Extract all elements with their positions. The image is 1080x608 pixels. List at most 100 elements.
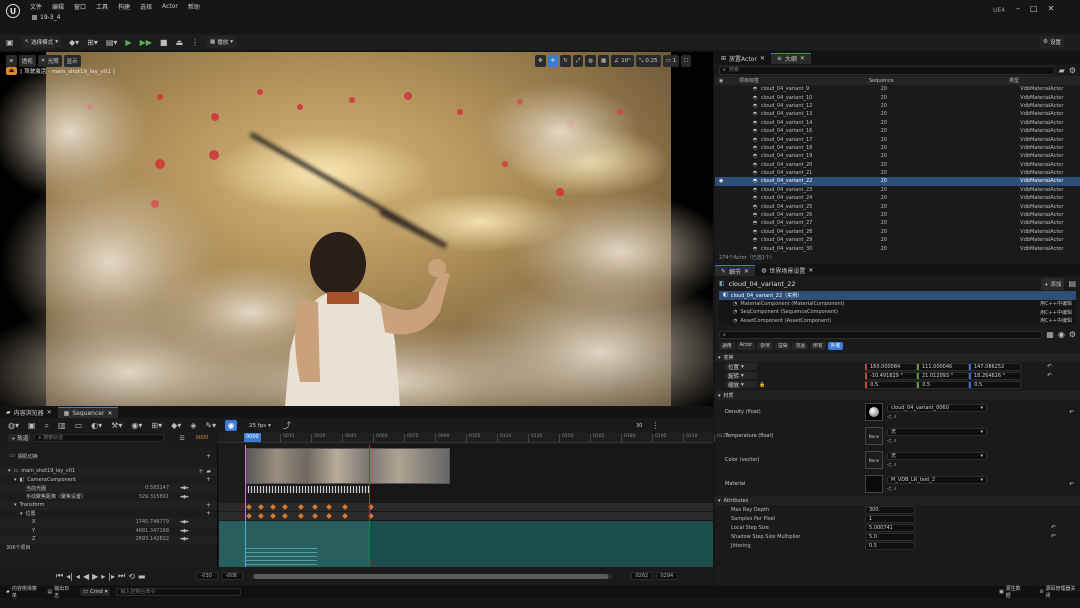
location-x-track[interactable]: X 1745.748779 ◂◆▸ xyxy=(0,518,217,527)
next-frame-icon[interactable]: ▸ xyxy=(101,572,105,581)
save-data-button[interactable]: ▣ 源生数据 xyxy=(999,585,1025,599)
outliner-row[interactable]: ◓ cloud_04_variant_17 20 VdbMaterialActor xyxy=(715,135,1080,143)
lock-icon[interactable]: 🔒 xyxy=(759,382,765,388)
location-x[interactable]: 160.000084 xyxy=(865,362,917,371)
outliner-row[interactable]: ◓ cloud_04_variant_20 20 VdbMaterialActor xyxy=(715,161,1080,169)
filter-tab[interactable]: Actor xyxy=(736,341,756,350)
grid-view-icon[interactable]: ▦ xyxy=(1046,330,1054,339)
temperature-thumbnail[interactable]: None xyxy=(865,427,883,445)
folder-icon[interactable]: ▰ xyxy=(1059,66,1065,75)
scale-z[interactable]: 0.5 xyxy=(969,380,1022,389)
transform-track[interactable]: ▾ Transform + xyxy=(0,501,217,510)
content-drawer-button[interactable]: ▰ 内容侧滑菜单 xyxy=(6,585,41,599)
maximize-icon[interactable]: □ xyxy=(1030,4,1038,13)
key-nav-icon[interactable]: ◂◆▸ xyxy=(180,519,189,525)
filter-tab[interactable]: 杂项 xyxy=(757,341,773,350)
scale-y[interactable]: 0.5 xyxy=(917,380,970,389)
component-row[interactable]: ◔ MaterialComponent (MaterialComponent) 用C… xyxy=(719,300,1076,309)
pen-icon[interactable]: ✎▾ xyxy=(205,421,216,430)
filter-tab[interactable]: 所有 xyxy=(810,341,826,350)
outliner-row[interactable]: ◓ cloud_04_variant_24 20 VdbMaterialActor xyxy=(715,194,1080,202)
outliner-row[interactable]: ◓ cloud_04_variant_9 20 VdbMaterialActor xyxy=(715,85,1080,93)
save-icon[interactable]: ▣ xyxy=(28,421,36,430)
cmd-dropdown[interactable]: ▭ Cmd ▾ xyxy=(79,588,111,596)
reset-icon[interactable]: ↶ xyxy=(1051,524,1056,531)
track-search-input[interactable]: ⌕ 搜索轨道 xyxy=(34,434,165,442)
scale-snap-button[interactable]: ⤡ 0.25 xyxy=(635,55,661,67)
col-type[interactable]: 类型 xyxy=(1009,77,1069,84)
browse-icon[interactable]: ◁ xyxy=(887,438,891,444)
camera-speed-button[interactable]: ▭ 1 xyxy=(662,55,680,67)
level-tab[interactable]: 19-3_4 xyxy=(32,13,60,21)
rotation-y[interactable]: 21.012093 ° xyxy=(917,371,969,380)
camera-cuts-track[interactable]: ▭ 相机切换 + xyxy=(0,445,217,467)
color-thumbnail[interactable]: None xyxy=(865,451,883,469)
component-row[interactable]: ◔ SeqComponent (SequenceComponent) 用C++中编辑 xyxy=(719,308,1076,317)
location-track[interactable]: ▾ 位置 + xyxy=(0,510,217,519)
render-icon[interactable]: ▥ xyxy=(58,421,66,430)
tab-place-actors[interactable]: ⊞ 放置Actor ✕ xyxy=(715,53,771,64)
jittering-input[interactable]: 0.5 xyxy=(865,541,915,550)
world-icon[interactable]: ◍ xyxy=(585,55,597,67)
reset-icon[interactable]: ↶ xyxy=(1047,372,1052,379)
curve-editor-icon[interactable]: ⤴ xyxy=(283,420,291,431)
key-nav-icon[interactable]: ◂◆▸ xyxy=(180,536,189,542)
record-icon[interactable]: ▬ xyxy=(138,572,146,581)
outliner-search-input[interactable]: ⌕ 搜索 xyxy=(719,65,1055,75)
outliner-row[interactable]: ◓ cloud_04_variant_23 20 VdbMaterialActor xyxy=(715,186,1080,194)
outliner-row[interactable]: ◓ cloud_04_variant_25 20 VdbMaterialActor xyxy=(715,202,1080,210)
add-content-icon[interactable]: ◆▾ xyxy=(69,38,79,47)
reset-icon[interactable]: ↶ xyxy=(1051,533,1056,540)
play-icon[interactable]: ▶ xyxy=(125,38,131,47)
add-icon[interactable]: + xyxy=(206,453,211,460)
range-end[interactable]: 0294 xyxy=(656,572,679,580)
filter-tab[interactable]: 外观 xyxy=(827,341,844,350)
camera-cut-section[interactable] xyxy=(245,448,450,484)
range-out[interactable]: 0262 xyxy=(631,572,654,580)
settings-icon[interactable]: ⚙ xyxy=(1069,66,1076,75)
filter-tab[interactable]: 通用 xyxy=(719,341,735,350)
output-log-button[interactable]: ▤ 输出日志 xyxy=(47,585,73,599)
location-y[interactable]: 111.000046 xyxy=(917,362,969,371)
filter-tab[interactable]: 流送 xyxy=(792,341,809,350)
reset-icon[interactable]: ↶ xyxy=(1047,363,1052,370)
reset-icon[interactable]: ↶ xyxy=(1069,409,1074,416)
outliner-row[interactable]: ◓ cloud_04_variant_10 20 VdbMaterialActor xyxy=(715,93,1080,101)
material-asset-dropdown[interactable]: M_VDB_LR_test_2 ▾ xyxy=(887,476,987,484)
close-icon[interactable]: ✕ xyxy=(808,267,813,274)
menu-item[interactable]: 构建 xyxy=(118,2,130,11)
rotate-icon[interactable]: ↻ xyxy=(560,55,571,67)
col-sequence[interactable]: Sequence xyxy=(869,78,1009,84)
tab-content-browser[interactable]: ▰ 内容浏览器 ✕ xyxy=(0,407,58,418)
cinematics-icon[interactable]: ▤▾ xyxy=(106,38,118,47)
more-play-icon[interactable]: ⋮ xyxy=(191,38,199,47)
menu-item[interactable]: 工具 xyxy=(96,2,108,11)
add-component-button[interactable]: + 添加 xyxy=(1041,277,1065,290)
loop-icon[interactable]: ⟲ xyxy=(128,572,135,581)
visibility-icon[interactable]: ◉ xyxy=(715,178,753,184)
menu-item[interactable]: 编辑 xyxy=(52,2,64,11)
settings-icon[interactable]: ⚙ xyxy=(1069,330,1076,339)
lit-button[interactable]: ☀ 光照 xyxy=(37,55,62,67)
show-button[interactable]: 显示 xyxy=(63,55,81,67)
jump-end-icon[interactable]: ⏭ xyxy=(118,571,125,581)
move-icon[interactable]: ✛ xyxy=(547,55,559,67)
actor-name[interactable]: cloud_04_variant_22 xyxy=(729,280,1037,288)
stop-icon[interactable]: ■ xyxy=(160,38,168,47)
pilot-eject-icon[interactable]: ⏏ xyxy=(6,67,18,75)
add-icon[interactable]: + xyxy=(206,502,211,509)
focus-distance-track[interactable]: 手动聚焦距离（聚焦设置） 329.315891 ◂◆▸ xyxy=(0,493,217,502)
key-nav-icon[interactable]: ◂◆▸ xyxy=(180,494,189,500)
shot-track-bar[interactable] xyxy=(245,486,369,493)
menu-item[interactable]: 帮助 xyxy=(188,2,200,11)
col-label[interactable]: 项目标签 xyxy=(739,77,869,84)
search-asset-icon[interactable]: ⌕ xyxy=(45,421,49,431)
scale-mode-button[interactable]: 缩放 ▾ xyxy=(725,381,757,389)
outliner-row[interactable]: ◓ cloud_04_variant_21 20 VdbMaterialActor xyxy=(715,169,1080,177)
component-row[interactable]: ◧ cloud_04_variant_22（实例） xyxy=(719,291,1076,300)
level-viewport[interactable]: ≡ 透视 ☀ 光照 显示 ✥ ✛ ↻ ⤢ ◍ ▦ ∠ 10° ⤡ 0.25 ▭ 1 ⛶ … xyxy=(0,52,713,406)
edit-in-cpp-link[interactable]: 用C++中编辑 xyxy=(1040,300,1076,307)
unreal-logo-icon[interactable]: U xyxy=(6,4,20,18)
key-nav-icon[interactable]: ◂◆▸ xyxy=(180,485,189,491)
camera-icon[interactable]: ▭ xyxy=(75,421,83,430)
